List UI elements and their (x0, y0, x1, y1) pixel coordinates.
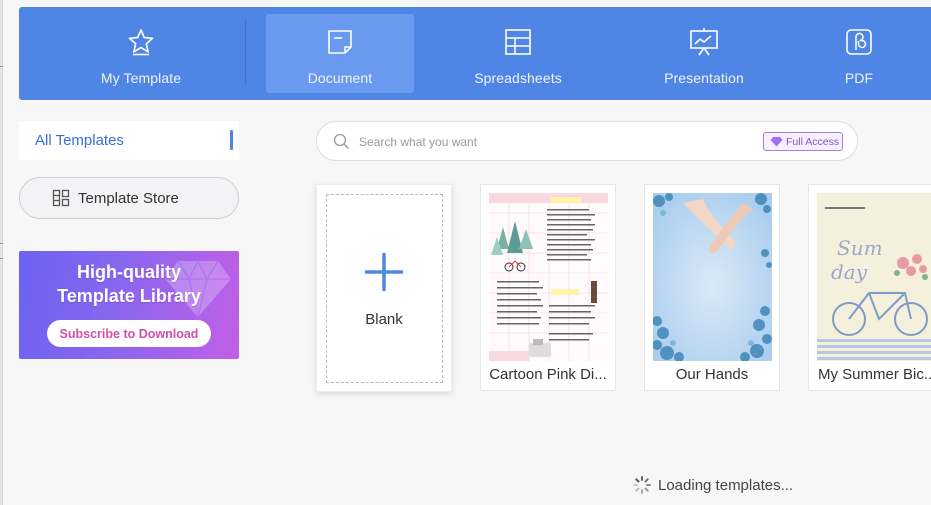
spreadsheet-icon (502, 26, 534, 58)
tab-presentation[interactable]: Presentation (630, 14, 778, 93)
tab-label: My Template (100, 70, 182, 86)
tab-divider (245, 20, 246, 86)
tab-label: Spreadsheets (474, 70, 562, 86)
template-label: Our Hands (675, 366, 749, 383)
template-thumbnail (653, 193, 772, 361)
document-icon (324, 26, 356, 58)
promo-title-line1: High-quality (77, 262, 181, 282)
sidebar-item-label: All Templates (35, 132, 124, 149)
template-card[interactable]: Sum day My Summer Bic... (808, 184, 931, 391)
template-thumbnail (489, 193, 608, 361)
promo-banner[interactable]: High-quality Template Library Subscribe … (19, 251, 239, 359)
search-icon (333, 133, 349, 149)
template-label: My Summer Bic... (818, 366, 931, 383)
tab-label: Document (307, 70, 373, 86)
search-input[interactable] (359, 131, 739, 153)
loading-text: Loading templates... (658, 476, 794, 494)
template-thumbnail: Sum day (817, 193, 931, 361)
diamond-icon (770, 137, 783, 147)
sidebar-item-all-templates[interactable]: All Templates (19, 121, 239, 160)
pdf-icon (843, 26, 875, 58)
tab-spreadsheets[interactable]: Spreadsheets (444, 14, 592, 93)
subscribe-button[interactable]: Subscribe to Download (47, 320, 211, 347)
category-bar: My Template Document Spreadsheets Presen… (19, 7, 931, 100)
store-icon (52, 189, 70, 207)
full-access-badge[interactable]: Full Access (763, 132, 843, 151)
badge-label: Full Access (786, 135, 840, 148)
template-card[interactable]: Cartoon Pink Di... (480, 184, 616, 391)
tab-document[interactable]: Document (266, 14, 414, 93)
tab-pdf[interactable]: PDF (785, 14, 931, 93)
tab-label: Presentation (664, 70, 744, 86)
loading-indicator: Loading templates... (632, 474, 793, 496)
star-icon (125, 26, 157, 58)
plus-icon (365, 253, 403, 291)
active-marker (230, 130, 233, 150)
template-label: Cartoon Pink Di... (489, 366, 607, 383)
svg-text:Sum: Sum (837, 236, 883, 260)
template-store-label: Template Store (78, 189, 179, 207)
template-card[interactable]: Our Hands (644, 184, 780, 391)
search-bar[interactable]: Full Access (316, 121, 858, 161)
tab-my-template[interactable]: My Template (67, 14, 215, 93)
edge-tick (0, 258, 3, 259)
blank-template-card[interactable]: Blank (316, 184, 452, 392)
window-left-edge (0, 0, 3, 505)
tab-label: PDF (844, 70, 874, 86)
blank-label: Blank (365, 311, 403, 328)
presentation-icon (688, 26, 720, 58)
template-store-button[interactable]: Template Store (19, 177, 239, 219)
edge-tick (0, 66, 3, 67)
spinner-icon (633, 476, 651, 494)
edge-tick (0, 243, 3, 244)
svg-text:day: day (831, 260, 868, 284)
promo-title-line2: Template Library (57, 286, 201, 306)
